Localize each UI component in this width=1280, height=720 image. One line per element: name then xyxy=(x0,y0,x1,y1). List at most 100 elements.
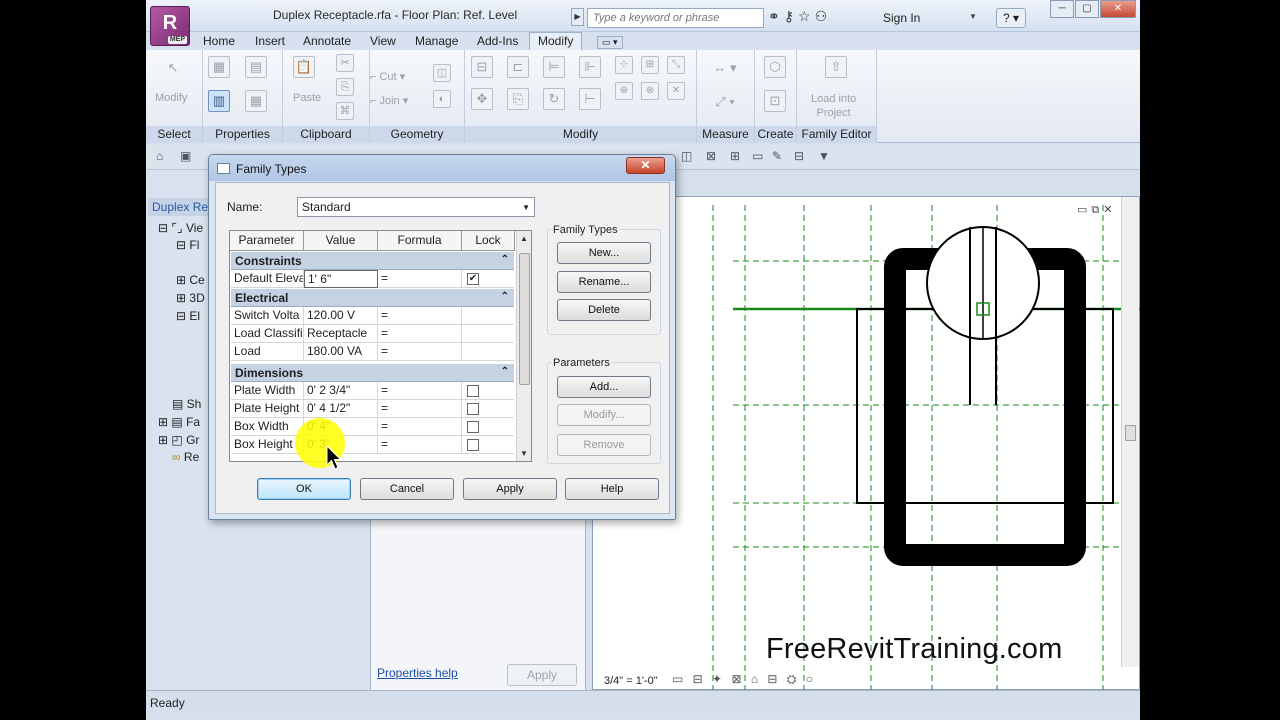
tree-item-families[interactable]: ⊞ ▤ Fa xyxy=(158,415,200,429)
properties-grid-icon[interactable]: ▦ xyxy=(245,90,267,112)
param-value[interactable]: 0' 2 3/4" xyxy=(304,382,378,400)
table-row[interactable]: Box Width 0' 4" = xyxy=(231,418,514,436)
delete-type-button[interactable]: Delete xyxy=(557,299,651,321)
sign-in-dropdown-icon[interactable]: ▼ xyxy=(969,12,977,21)
tab-manage[interactable]: Manage xyxy=(415,34,458,48)
offset-icon[interactable]: ⊏ xyxy=(507,56,529,78)
mirror-draw-icon[interactable]: ⊩ xyxy=(579,56,601,78)
paint-icon[interactable]: ◐ xyxy=(433,90,451,108)
sign-in-button[interactable]: Sign In xyxy=(883,11,920,25)
copy-icon[interactable]: ⎘ xyxy=(336,78,354,96)
new-type-button[interactable]: New... xyxy=(557,242,651,264)
search-input[interactable]: Type a keyword or phrase xyxy=(587,8,764,28)
lock-checkbox[interactable] xyxy=(467,403,479,415)
dialog-close-button[interactable]: ✕ xyxy=(626,157,665,174)
vertical-scrollbar[interactable] xyxy=(1121,197,1139,667)
tree-item-sheets[interactable]: ▤ Sh xyxy=(172,397,201,411)
trim-extend-icon[interactable]: ⊢ xyxy=(579,88,601,110)
tab-annotate[interactable]: Annotate xyxy=(303,34,351,48)
join-geometry-label[interactable]: ⌐ Join ▾ xyxy=(370,94,408,107)
family-types-icon[interactable]: ▥ xyxy=(208,90,230,112)
param-value[interactable]: Receptacle xyxy=(304,325,378,343)
group-constraints[interactable]: Constraints ⌃ xyxy=(231,252,514,270)
column-value[interactable]: Value xyxy=(304,231,378,251)
measure-icon[interactable]: ↔ ▾ xyxy=(705,58,745,80)
help-dialog-button[interactable]: Help xyxy=(565,478,659,500)
param-value-input[interactable]: 1' 6" xyxy=(304,270,378,288)
select-arrow-icon[interactable]: ↖ xyxy=(162,58,184,80)
type-name-select[interactable]: Standard ▼ xyxy=(297,197,535,217)
param-formula[interactable]: = xyxy=(378,400,462,418)
create-group-icon[interactable]: ⬡ xyxy=(764,56,786,78)
param-formula[interactable]: = xyxy=(378,270,462,288)
view-window-controls[interactable]: ▭⧉✕ xyxy=(1077,203,1116,217)
dimension-icon[interactable]: ⤢ ▾ xyxy=(705,92,745,114)
scale-icon[interactable]: ⤡ xyxy=(667,56,685,74)
application-menu-button[interactable]: R MEP xyxy=(150,6,190,46)
cancel-button[interactable]: Cancel xyxy=(360,478,454,500)
tab-modify[interactable]: Modify xyxy=(529,32,583,51)
user-icon[interactable]: ⚇ xyxy=(815,8,832,24)
tab-insert[interactable]: Insert xyxy=(255,34,285,48)
tree-item-3d[interactable]: ⊞ 3D xyxy=(176,291,205,305)
table-row[interactable]: Plate Height 0' 4 1/2" = xyxy=(231,400,514,418)
tab-add-ins[interactable]: Add-Ins xyxy=(477,34,518,48)
scroll-down-icon[interactable]: ▼ xyxy=(520,449,528,458)
grid-scrollbar-thumb[interactable] xyxy=(519,253,530,385)
paste-label[interactable]: Paste xyxy=(293,92,321,104)
view-scale[interactable]: 3/4" = 1'-0" xyxy=(604,675,658,687)
create-similar-icon[interactable]: ⊡ xyxy=(764,90,786,112)
infocenter-icons[interactable]: ⚭⚷☆⚇ xyxy=(768,8,831,25)
tree-item-floor-plans[interactable]: ⊟ Fl xyxy=(176,238,199,252)
tree-item-groups[interactable]: ⊞ ◰ Gr xyxy=(158,433,199,447)
scroll-up-icon[interactable]: ▲ xyxy=(520,234,528,243)
view-icon-5[interactable]: ✎ xyxy=(772,149,782,163)
column-parameter[interactable]: Parameter xyxy=(230,231,304,251)
group-electrical[interactable]: Electrical ⌃ xyxy=(231,289,514,307)
table-row[interactable]: Load Classifi Receptacle = xyxy=(231,325,514,343)
view-control-bar-icons[interactable]: ▭ ⊟ ✦ ⊠ ⌂ ⊟ ⛭ ○ xyxy=(672,672,816,687)
tree-item-elevations[interactable]: ⊟ El xyxy=(176,309,200,323)
cut-icon[interactable]: ✂ xyxy=(336,54,354,72)
properties-apply-button[interactable]: Apply xyxy=(507,664,577,686)
load-into-project-icon[interactable]: ⇧ xyxy=(825,56,847,78)
binoculars-icon[interactable]: ⚭ xyxy=(768,8,784,24)
rotate-icon[interactable]: ↻ xyxy=(543,88,565,110)
tree-item-ceiling[interactable]: ⊞ Ce xyxy=(176,273,205,287)
param-formula[interactable]: = xyxy=(378,436,462,454)
lock-checkbox[interactable] xyxy=(467,421,479,433)
match-icon[interactable]: ⌘ xyxy=(336,102,354,120)
table-row[interactable]: Plate Width 0' 2 3/4" = xyxy=(231,382,514,400)
view-icon-2[interactable]: ⊠ xyxy=(706,149,716,163)
lock-checkbox[interactable] xyxy=(467,385,479,397)
load-into-project-label[interactable]: Load into Project xyxy=(811,92,856,120)
column-formula[interactable]: Formula xyxy=(378,231,462,251)
qat-dropdown-icon[interactable]: ▼ xyxy=(818,149,830,163)
param-value[interactable]: 180.00 VA xyxy=(304,343,378,361)
maximize-button[interactable]: ▢ xyxy=(1075,0,1099,18)
save-icon[interactable]: ▣ xyxy=(180,149,191,163)
open-icon[interactable]: ⌂ xyxy=(156,149,163,163)
param-value[interactable]: 0' 4 1/2" xyxy=(304,400,378,418)
view-icon-1[interactable]: ◫ xyxy=(681,149,692,163)
view-icon-3[interactable]: ⊞ xyxy=(730,149,740,163)
move-icon[interactable]: ✥ xyxy=(471,88,493,110)
param-formula[interactable]: = xyxy=(378,343,462,361)
lock-checkbox[interactable] xyxy=(467,439,479,451)
param-formula[interactable]: = xyxy=(378,325,462,343)
ribbon-toggle-icon[interactable]: ▭ ▾ xyxy=(597,36,623,49)
array-icon[interactable]: ⊞ xyxy=(641,56,659,74)
vertical-scrollbar-thumb[interactable] xyxy=(1125,425,1136,441)
family-category-icon[interactable]: ▦ xyxy=(208,56,230,78)
minimize-button[interactable]: ─ xyxy=(1050,0,1074,18)
table-row[interactable]: Box Height 0' 3" = xyxy=(231,436,514,454)
key-icon[interactable]: ⚷ xyxy=(784,8,798,24)
tab-view[interactable]: View xyxy=(370,34,396,48)
table-row[interactable]: Switch Volta 120.00 V = xyxy=(231,307,514,325)
tree-item-revit-links[interactable]: ∞ Re xyxy=(172,450,199,464)
dialog-titlebar[interactable]: Family Types ✕ xyxy=(209,155,675,181)
grid-scrollbar[interactable]: ▲ ▼ xyxy=(516,231,531,461)
collapse-icon[interactable]: ⌃ xyxy=(501,254,509,265)
ok-button[interactable]: OK xyxy=(257,478,351,500)
param-value[interactable]: 120.00 V xyxy=(304,307,378,325)
